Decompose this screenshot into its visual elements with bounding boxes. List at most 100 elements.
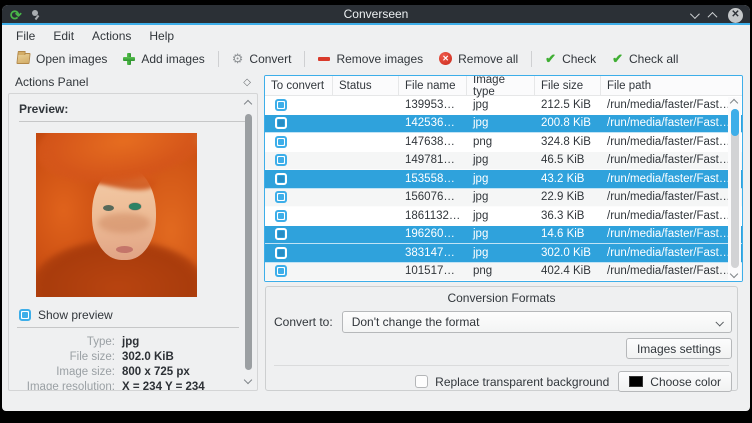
cell-file-size: 43.2 KiB xyxy=(535,173,601,185)
check-icon: ✔ xyxy=(545,52,556,65)
info-value: jpg xyxy=(122,336,139,348)
toolbar-button-open-images[interactable]: Open images xyxy=(9,50,115,68)
toolbar-button-check[interactable]: ✔Check xyxy=(537,50,604,68)
show-preview-checkbox[interactable] xyxy=(19,309,31,321)
close-button[interactable]: ✕ xyxy=(728,8,743,23)
cell-file-size: 402.4 KiB xyxy=(535,265,601,277)
cell-file-size: 200.8 KiB xyxy=(535,117,601,129)
toolbar-separator xyxy=(304,51,305,67)
cell-image-type: jpg xyxy=(467,210,535,222)
cell-image-type: png xyxy=(467,265,535,277)
choose-color-button[interactable]: Choose color xyxy=(618,371,732,392)
menu-item-help[interactable]: Help xyxy=(140,26,183,46)
column-header-to-convert[interactable]: To convert xyxy=(265,76,333,95)
cell-to-convert xyxy=(265,136,333,148)
row-checkbox[interactable] xyxy=(275,154,287,166)
row-checkbox[interactable] xyxy=(275,117,287,129)
show-preview-label: Show preview xyxy=(38,308,113,322)
info-row: File size:302.0 KiB xyxy=(9,349,243,364)
table-row[interactable]: 3831470_larg…jpg302.0 KiB/run/media/fast… xyxy=(265,244,742,263)
cell-file-name: 1535583_102… xyxy=(399,173,467,185)
toolbar-button-convert[interactable]: ⚙Convert xyxy=(224,50,300,68)
format-dropdown[interactable]: Don't change the format xyxy=(342,311,732,333)
cell-image-type: jpg xyxy=(467,228,535,240)
cell-image-type: jpg xyxy=(467,191,535,203)
cell-file-name: 1425362-dart… xyxy=(399,117,467,129)
column-header-image-type[interactable]: Image type xyxy=(467,76,535,95)
row-checkbox[interactable] xyxy=(275,247,287,259)
show-preview-row: Show preview xyxy=(19,308,113,322)
info-label: Type: xyxy=(9,336,122,348)
row-checkbox[interactable] xyxy=(275,265,287,277)
menu-item-edit[interactable]: Edit xyxy=(44,26,83,46)
info-label: Image size: xyxy=(9,366,122,378)
actions-panel-header: Actions Panel ◇ xyxy=(8,72,258,92)
cell-image-type: jpg xyxy=(467,117,535,129)
column-header-file-size[interactable]: File size xyxy=(535,76,601,95)
cell-file-path: /run/media/faster/Faster… xyxy=(601,136,742,148)
choose-color-label: Choose color xyxy=(650,375,721,389)
app-icon: ⟳ xyxy=(10,8,22,22)
preview-art-freckles xyxy=(98,213,150,233)
toolbar-separator xyxy=(531,51,532,67)
row-checkbox[interactable] xyxy=(275,191,287,203)
cell-file-path: /run/media/faster/Faster… xyxy=(601,228,742,240)
menu-item-file[interactable]: File xyxy=(7,26,44,46)
cell-file-name: 1861132-bun… xyxy=(399,210,467,222)
table-row[interactable]: 1560762_722…jpg22.9 KiB/run/media/faster… xyxy=(265,189,742,208)
table-row[interactable]: 1962608_102…jpg14.6 KiB/run/media/faster… xyxy=(265,226,742,245)
toolbar-button-remove-images[interactable]: Remove images xyxy=(310,50,431,68)
row-checkbox[interactable] xyxy=(275,136,287,148)
column-header-file-path[interactable]: File path xyxy=(601,76,742,95)
table-scrollbar[interactable] xyxy=(728,97,741,280)
add-plus-icon xyxy=(123,53,135,65)
column-header-status[interactable]: Status xyxy=(333,76,399,95)
scroll-down-icon[interactable] xyxy=(244,376,252,384)
scroll-down-icon[interactable] xyxy=(730,270,738,278)
table-row[interactable]: 10151792_14…png402.4 KiB/run/media/faste… xyxy=(265,263,742,282)
table-row[interactable]: 1861132-bun…jpg36.3 KiB/run/media/faster… xyxy=(265,207,742,226)
panel-scrollbar[interactable] xyxy=(243,98,255,386)
row-checkbox[interactable] xyxy=(275,210,287,222)
menu-item-actions[interactable]: Actions xyxy=(83,26,140,46)
toolbar-button-check-all[interactable]: ✔Check all xyxy=(604,50,686,68)
row-checkbox[interactable] xyxy=(275,173,287,185)
row-checkbox[interactable] xyxy=(275,99,287,111)
cell-to-convert xyxy=(265,154,333,166)
scroll-up-icon[interactable] xyxy=(244,100,252,108)
cell-file-size: 22.9 KiB xyxy=(535,191,601,203)
cell-file-name: 3831470_larg… xyxy=(399,247,467,259)
scrollbar-thumb[interactable] xyxy=(731,109,739,136)
preview-art-eye xyxy=(103,205,114,211)
table-row[interactable]: 1497817_443…jpg46.5 KiB/run/media/faster… xyxy=(265,152,742,171)
cell-to-convert xyxy=(265,117,333,129)
images-settings-button[interactable]: Images settings xyxy=(626,338,732,359)
table-row[interactable]: 1399536_532…jpg212.5 KiB/run/media/faste… xyxy=(265,96,742,115)
titlebar[interactable]: ⟳ Converseen ✕ xyxy=(2,5,750,25)
pin-icon[interactable] xyxy=(30,9,40,21)
replace-bg-checkbox[interactable] xyxy=(415,375,428,388)
maximize-button[interactable] xyxy=(708,11,718,21)
desktop-stage: ⟳ Converseen ✕ FileEditActionsHelp Open … xyxy=(0,0,752,423)
info-label: File size: xyxy=(9,351,122,363)
scrollbar-thumb[interactable] xyxy=(245,114,252,370)
cell-file-path: /run/media/faster/Faster… xyxy=(601,265,742,277)
cell-to-convert xyxy=(265,265,333,277)
format-dropdown-value: Don't change the format xyxy=(352,315,480,329)
scroll-up-icon[interactable] xyxy=(730,99,738,107)
actions-panel: Actions Panel ◇ Preview: xyxy=(8,72,258,392)
cell-file-path: /run/media/faster/Faster… xyxy=(601,247,742,259)
row-checkbox[interactable] xyxy=(275,228,287,240)
cell-file-path: /run/media/faster/Faster… xyxy=(601,173,742,185)
toolbar-button-remove-all[interactable]: ✕Remove all xyxy=(431,50,526,68)
table-row[interactable]: 1425362-dart…jpg200.8 KiB/run/media/fast… xyxy=(265,115,742,134)
toolbar-button-label: Convert xyxy=(249,52,291,66)
cell-image-type: jpg xyxy=(467,247,535,259)
column-header-file-name[interactable]: File name xyxy=(399,76,467,95)
table-row[interactable]: 1476381_389…png324.8 KiB/run/media/faste… xyxy=(265,133,742,152)
toolbar-button-add-images[interactable]: Add images xyxy=(115,50,212,68)
table-row[interactable]: 1535583_102…jpg43.2 KiB/run/media/faster… xyxy=(265,170,742,189)
minimize-button[interactable] xyxy=(690,9,700,19)
dock-float-icon[interactable]: ◇ xyxy=(243,77,251,88)
cell-to-convert xyxy=(265,99,333,111)
